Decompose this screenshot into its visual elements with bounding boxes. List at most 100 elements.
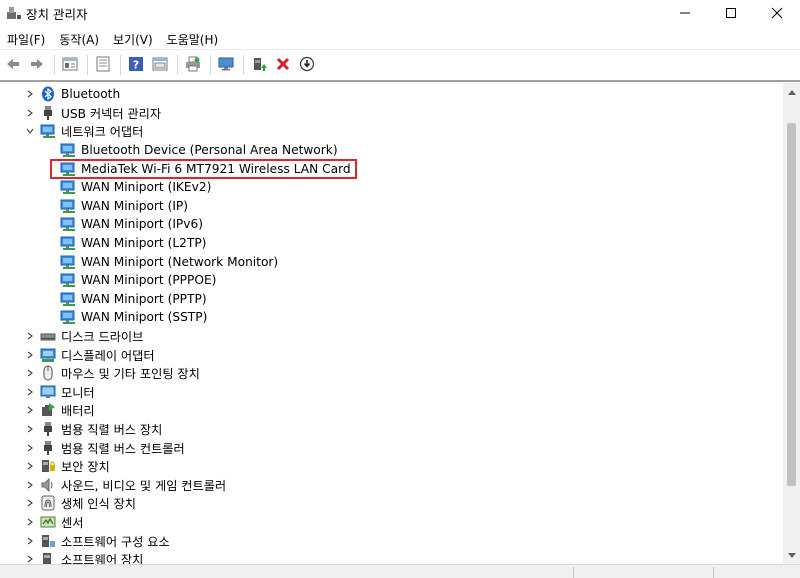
- tree-node-label: WAN Miniport (SSTP): [81, 310, 208, 325]
- network-adapter-icon: [60, 254, 76, 270]
- chevron-down-icon[interactable]: [24, 125, 36, 137]
- menu-divider: [0, 49, 800, 50]
- tree-node-label: WAN Miniport (PPTP): [81, 291, 207, 306]
- tree-node-disk-drives[interactable]: 디스크 드라이브: [0, 327, 783, 346]
- chevron-right-icon[interactable]: [24, 367, 36, 379]
- window-title: 장치 관리자: [26, 7, 88, 22]
- chevron-right-icon[interactable]: [24, 386, 36, 398]
- network-device-wan-l2tp[interactable]: WAN Miniport (L2TP): [0, 234, 783, 253]
- properties-button[interactable]: [59, 54, 81, 76]
- vertical-scrollbar[interactable]: [783, 83, 800, 564]
- tree-node-label: WAN Miniport (Network Monitor): [81, 254, 279, 269]
- scrollbar-thumb[interactable]: [787, 123, 796, 486]
- tree-node-label: 범용 직렬 버스 장치: [61, 422, 163, 437]
- chevron-right-icon[interactable]: [24, 107, 36, 119]
- toolbar-separator: [177, 55, 178, 75]
- menu-action[interactable]: 동작(A): [52, 29, 106, 49]
- scan-hardware-button[interactable]: [215, 54, 237, 76]
- chevron-right-icon[interactable]: [24, 479, 36, 491]
- chevron-right-icon[interactable]: [24, 442, 36, 454]
- network-device-bluetooth-pan[interactable]: Bluetooth Device (Personal Area Network): [0, 141, 783, 160]
- tree-node-sensors[interactable]: 센서: [0, 513, 783, 532]
- toolbar: ?: [0, 52, 800, 78]
- tree-node-mice[interactable]: 마우스 및 기타 포인팅 장치: [0, 364, 783, 383]
- tree-node-monitors[interactable]: 모니터: [0, 383, 783, 402]
- menu-view[interactable]: 보기(V): [106, 29, 160, 49]
- tree-node-software-components[interactable]: 소프트웨어 구성 요소: [0, 531, 783, 550]
- update-driver-button[interactable]: [248, 54, 270, 76]
- view-details-icon: [95, 56, 111, 75]
- tree-node-security-devices[interactable]: 보안 장치: [0, 457, 783, 476]
- usb-icon: [40, 105, 56, 121]
- monitor-icon: [40, 384, 56, 400]
- resources-button[interactable]: [149, 54, 171, 76]
- view-details-button[interactable]: [92, 54, 114, 76]
- software-device-icon: [40, 551, 56, 564]
- status-bar: [0, 564, 800, 578]
- security-device-icon: [40, 458, 56, 474]
- bluetooth-icon: [40, 86, 56, 102]
- chevron-right-icon[interactable]: [24, 553, 36, 564]
- minimize-button[interactable]: [662, 0, 708, 26]
- network-device-mediatek-wifi[interactable]: MediaTek Wi-Fi 6 MT7921 Wireless LAN Car…: [0, 158, 783, 179]
- chevron-right-icon[interactable]: [24, 535, 36, 547]
- tree-node-biometric[interactable]: 생체 인식 장치: [0, 494, 783, 513]
- network-adapter-icon: [60, 142, 76, 158]
- tree-node-usb-controllers[interactable]: 범용 직렬 버스 컨트롤러: [0, 438, 783, 457]
- menu-help[interactable]: 도움말(H): [160, 29, 226, 49]
- forward-icon: [29, 56, 45, 75]
- network-device-wan-sstp[interactable]: WAN Miniport (SSTP): [0, 308, 783, 327]
- back-icon: [5, 56, 21, 75]
- network-device-wan-network-monitor[interactable]: WAN Miniport (Network Monitor): [0, 252, 783, 271]
- network-adapter-icon: [60, 291, 76, 307]
- menu-file[interactable]: 파일(F): [0, 29, 52, 49]
- chevron-right-icon[interactable]: [24, 404, 36, 416]
- scroll-down-arrow-icon[interactable]: [783, 547, 800, 564]
- chevron-right-icon[interactable]: [24, 497, 36, 509]
- network-adapter-icon: [40, 123, 56, 139]
- sensor-icon: [40, 514, 56, 530]
- resources-icon: [152, 56, 168, 75]
- chevron-right-icon[interactable]: [24, 349, 36, 361]
- forward-button[interactable]: [26, 54, 48, 76]
- selection-highlight[interactable]: MediaTek Wi-Fi 6 MT7921 Wireless LAN Car…: [50, 158, 357, 179]
- tree-node-label: WAN Miniport (PPPOE): [81, 273, 217, 288]
- chevron-right-icon[interactable]: [24, 460, 36, 472]
- tree-node-software-devices[interactable]: 소프트웨어 장치: [0, 550, 783, 564]
- print-button[interactable]: [182, 54, 204, 76]
- tree-node-label: 센서: [61, 515, 84, 530]
- tree-node-label: WAN Miniport (IP): [81, 198, 189, 213]
- chevron-right-icon[interactable]: [24, 423, 36, 435]
- chevron-right-icon[interactable]: [24, 330, 36, 342]
- network-adapter-icon: [60, 235, 76, 251]
- disable-button[interactable]: [296, 54, 318, 76]
- uninstall-icon: [275, 56, 291, 75]
- help-button[interactable]: ?: [125, 54, 147, 76]
- tree-node-label: Bluetooth: [61, 87, 121, 102]
- tree-node-display-adapters[interactable]: 디스플레이 어댑터: [0, 345, 783, 364]
- network-device-wan-ipv6[interactable]: WAN Miniport (IPv6): [0, 215, 783, 234]
- scroll-up-arrow-icon[interactable]: [783, 83, 800, 100]
- close-button[interactable]: [754, 0, 800, 26]
- toolbar-separator: [54, 55, 55, 75]
- chevron-right-icon[interactable]: [24, 88, 36, 100]
- tree-node-network-adapters[interactable]: 네트워크 어댑터: [0, 122, 783, 141]
- network-device-wan-pptp[interactable]: WAN Miniport (PPTP): [0, 290, 783, 309]
- tree-node-usb-connector-manager[interactable]: USB 커넥터 관리자: [0, 104, 783, 123]
- tree-node-label: WAN Miniport (L2TP): [81, 236, 207, 251]
- network-adapter-icon: [60, 272, 76, 288]
- chevron-right-icon[interactable]: [24, 516, 36, 528]
- network-device-wan-ikev2[interactable]: WAN Miniport (IKEv2): [0, 178, 783, 197]
- tree-node-bluetooth[interactable]: Bluetooth: [0, 85, 783, 104]
- network-device-wan-pppoe[interactable]: WAN Miniport (PPPOE): [0, 271, 783, 290]
- network-device-wan-ip[interactable]: WAN Miniport (IP): [0, 197, 783, 216]
- help-icon: ?: [128, 56, 144, 75]
- tree-node-batteries[interactable]: 배터리: [0, 401, 783, 420]
- maximize-button[interactable]: [708, 0, 754, 26]
- display-adapter-icon: [40, 347, 56, 363]
- tree-node-usb-devices[interactable]: 범용 직렬 버스 장치: [0, 420, 783, 439]
- uninstall-button[interactable]: [272, 54, 294, 76]
- disk-drive-icon: [40, 328, 56, 344]
- tree-node-sound-video-game[interactable]: 사운드, 비디오 및 게임 컨트롤러: [0, 475, 783, 494]
- back-button[interactable]: [2, 54, 24, 76]
